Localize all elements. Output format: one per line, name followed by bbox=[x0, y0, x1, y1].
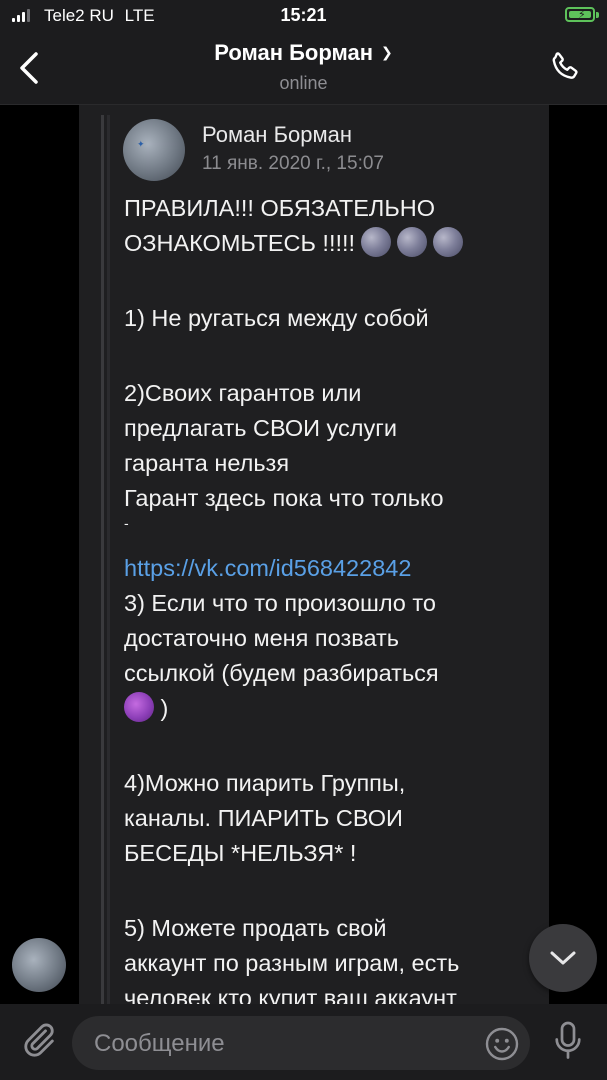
call-button[interactable] bbox=[547, 50, 583, 86]
sender-avatar[interactable] bbox=[12, 938, 66, 992]
message-line: ссылкой (будем разбираться bbox=[124, 660, 439, 686]
smiling-devil-emoji-icon bbox=[124, 692, 154, 722]
message-line: гаранта нельзя bbox=[124, 450, 290, 476]
forward-bar-inner bbox=[107, 115, 110, 1005]
message-line-text: ) bbox=[160, 695, 169, 721]
forward-author-avatar[interactable]: ✦ bbox=[123, 119, 185, 181]
message-line: 4)Можно пиарить Группы, bbox=[124, 770, 406, 796]
chat-title-block[interactable]: Роман Борман ❯ online bbox=[0, 40, 607, 94]
message-text: ПРАВИЛА!!! ОБЯЗАТЕЛЬНО ОЗНАКОМЬТЕСЬ !!!!… bbox=[124, 191, 544, 1005]
message-line: БЕСЕДЫ *НЕЛЬЗЯ* ! bbox=[124, 840, 357, 866]
battery-charging-icon: ⚡ bbox=[565, 7, 599, 22]
message-line: ) bbox=[124, 691, 544, 726]
moon-face-emoji-icon bbox=[397, 227, 428, 257]
sticker-button[interactable] bbox=[484, 1026, 520, 1062]
message-line: человек кто купит ваш аккаунт bbox=[124, 985, 457, 1005]
moon-face-emoji-icon bbox=[361, 227, 392, 257]
message-input-wrapper bbox=[72, 1016, 530, 1072]
message-line: 2)Своих гарантов или bbox=[124, 380, 362, 406]
voice-record-button[interactable] bbox=[550, 1018, 586, 1064]
chat-title: Роман Борман bbox=[214, 40, 374, 65]
message-line: ПРАВИЛА!!! ОБЯЗАТЕЛЬНО bbox=[124, 195, 436, 221]
forward-date: 11 янв. 2020 г., 15:07 bbox=[202, 153, 384, 174]
message-link-line: https://vk.com/id568422842 bbox=[124, 551, 544, 586]
forward-author-name[interactable]: Роман Борман bbox=[202, 122, 352, 148]
message-line: 5) Можете продать свой bbox=[124, 915, 387, 941]
paperclip-icon bbox=[24, 1023, 54, 1057]
chat-status: online bbox=[279, 73, 328, 93]
status-time: 15:21 bbox=[280, 5, 327, 25]
forward-bar bbox=[101, 115, 104, 1005]
sticker-icon bbox=[485, 1027, 519, 1061]
message-line: - bbox=[124, 515, 129, 531]
status-bar: Tele2 RU LTE 15:21 ⚡ bbox=[0, 0, 607, 34]
message-line: Гарант здесь пока что только bbox=[124, 485, 444, 511]
message-bubble[interactable]: ✦ Роман Борман 11 янв. 2020 г., 15:07 ПР… bbox=[79, 105, 549, 1005]
chevron-down-icon bbox=[550, 951, 576, 965]
message-line: достаточно меня позвать bbox=[124, 625, 400, 651]
chat-header: Роман Борман ❯ online bbox=[0, 34, 607, 105]
message-line: 3) Если что то произошло то bbox=[124, 590, 436, 616]
message-line: 1) Не ругаться между собой bbox=[124, 305, 429, 331]
scroll-to-bottom-button[interactable] bbox=[529, 924, 597, 992]
moon-face-emoji-icon bbox=[433, 227, 464, 257]
message-line: каналы. ПИАРИТЬ СВОИ bbox=[124, 805, 403, 831]
vk-profile-link[interactable]: https://vk.com/id568422842 bbox=[124, 555, 411, 581]
message-line-text: ОЗНАКОМЬТЕСЬ !!!!! bbox=[124, 230, 356, 256]
microphone-icon bbox=[555, 1021, 581, 1059]
phone-icon bbox=[552, 52, 578, 79]
attach-button[interactable] bbox=[18, 1018, 58, 1062]
chat-area[interactable]: ✦ Роман Борман 11 янв. 2020 г., 15:07 ПР… bbox=[0, 105, 607, 1005]
message-line: ОЗНАКОМЬТЕСЬ !!!!! bbox=[124, 226, 544, 261]
chevron-down-icon: ❯ bbox=[381, 44, 393, 60]
message-line: предлагать СВОИ услуги bbox=[124, 415, 397, 441]
message-input[interactable] bbox=[92, 1016, 476, 1072]
composer-bar bbox=[0, 1004, 607, 1080]
message-line: аккаунт по разным играм, есть bbox=[124, 950, 460, 976]
